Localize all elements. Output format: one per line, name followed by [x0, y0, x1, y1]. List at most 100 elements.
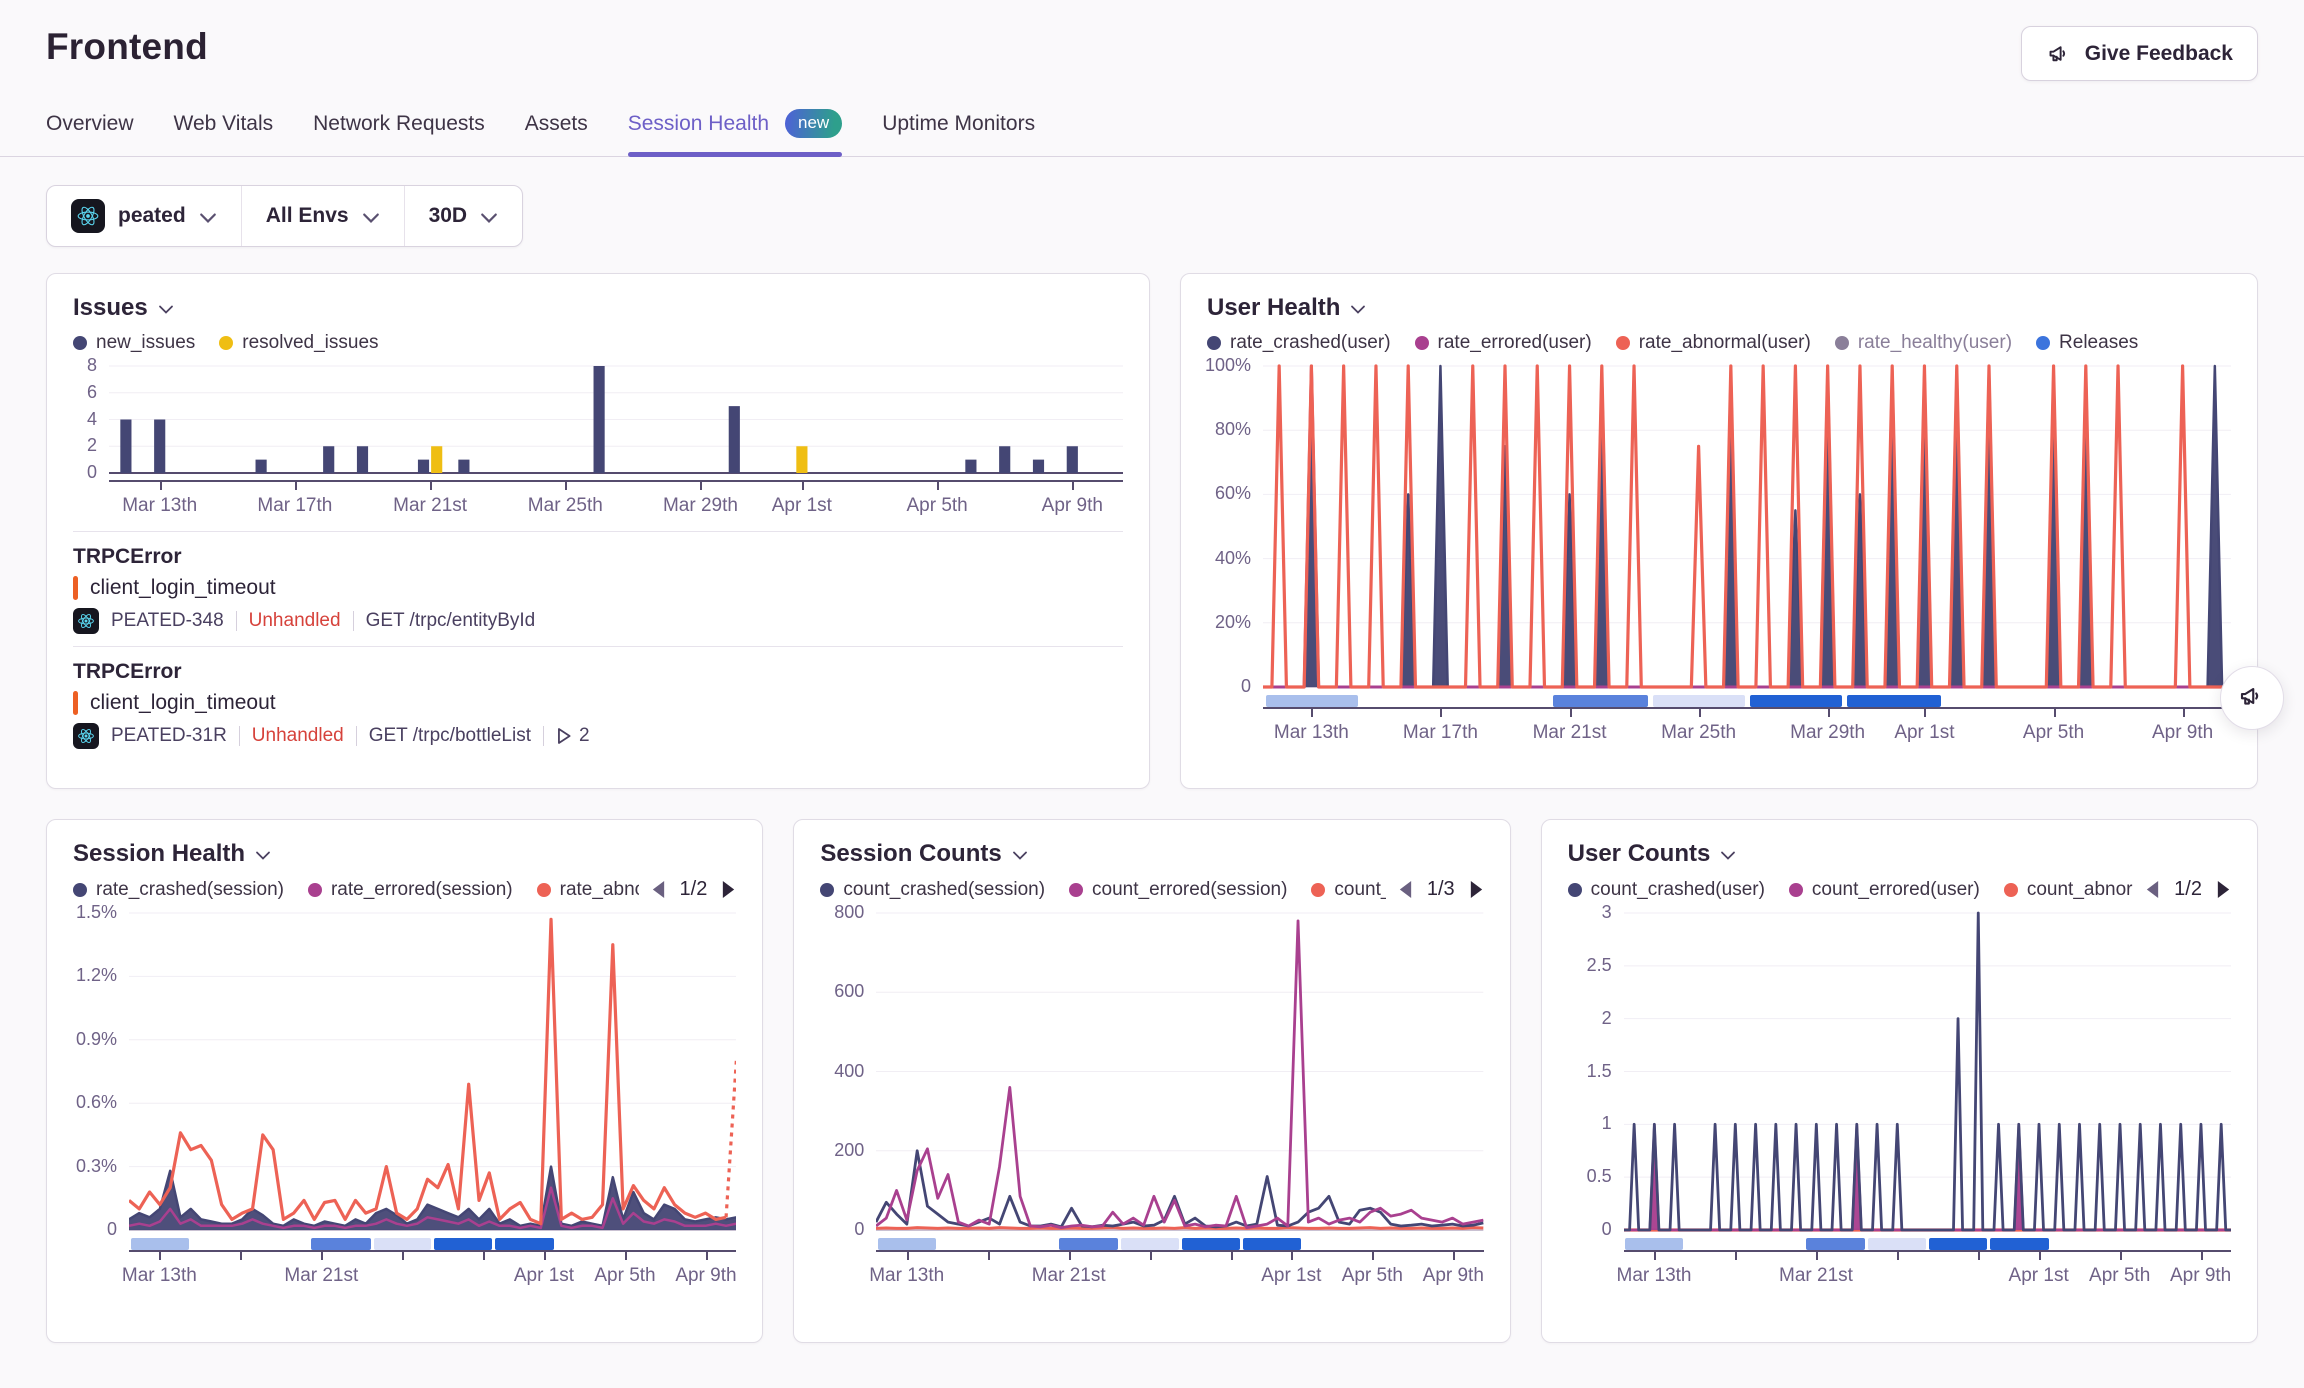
release-segment[interactable] — [374, 1238, 432, 1250]
divider — [353, 611, 354, 631]
issue-type[interactable]: TRPCError — [73, 545, 1123, 569]
plot-area[interactable] — [109, 364, 1123, 476]
legend-prev-button[interactable] — [1398, 881, 1413, 898]
y-axis-tick-label: 100% — [1205, 355, 1251, 376]
release-segment[interactable] — [131, 1238, 189, 1250]
release-segment[interactable] — [1059, 1238, 1119, 1250]
release-segment[interactable] — [1625, 1238, 1683, 1250]
legend-item[interactable]: Releases — [2036, 332, 2138, 354]
legend-item[interactable]: rate_abnormal(user) — [1616, 332, 1811, 354]
y-axis-tick-label: 1.5 — [1587, 1061, 1612, 1082]
project-selector[interactable]: peated — [47, 186, 241, 246]
release-segment[interactable] — [1990, 1238, 2049, 1250]
y-axis-tick-label: 8 — [87, 355, 97, 376]
issue-list-item[interactable]: TRPCError client_login_timeout PEATED-31… — [73, 647, 1123, 749]
legend-item[interactable]: rate_crashed(user) — [1207, 332, 1391, 354]
release-segment[interactable] — [311, 1238, 371, 1250]
environment-selector[interactable]: All Envs — [241, 186, 404, 246]
date-range-selector[interactable]: 30D — [404, 186, 523, 246]
plot-area[interactable] — [129, 911, 736, 1233]
release-segment[interactable] — [1806, 1238, 1866, 1250]
release-segment[interactable] — [1868, 1238, 1926, 1250]
issues-panel-title[interactable]: Issues — [73, 294, 148, 322]
release-segment[interactable] — [1653, 695, 1745, 707]
floating-feedback-button[interactable] — [2220, 666, 2284, 730]
legend-item[interactable]: rate_errored(user) — [1415, 332, 1592, 354]
legend-dot — [1789, 883, 1803, 897]
release-segment[interactable] — [1847, 695, 1941, 707]
plot-area[interactable] — [1624, 911, 2231, 1233]
issue-transaction: GET /trpc/entityById — [366, 610, 536, 632]
release-segment[interactable] — [878, 1238, 936, 1250]
legend-item[interactable]: new_issues — [73, 332, 195, 354]
issue-type[interactable]: TRPCError — [73, 660, 1123, 684]
y-axis-tick-label: 0 — [87, 462, 97, 483]
issue-short-id[interactable]: PEATED-348 — [111, 610, 224, 632]
legend-item[interactable]: rate_healthy(user) — [1835, 332, 2012, 354]
legend-prev-button[interactable] — [2145, 881, 2160, 898]
legend-label: count_crashed(user) — [1591, 879, 1765, 901]
session-counts-panel-title[interactable]: Session Counts — [820, 840, 1001, 868]
legend-item[interactable]: count_abnormal(user) — [2004, 879, 2133, 901]
release-segment[interactable] — [1182, 1238, 1240, 1250]
issue-list-item[interactable]: TRPCError client_login_timeout PEATED-34… — [73, 532, 1123, 634]
release-segment[interactable] — [1243, 1238, 1302, 1250]
legend-prev-button[interactable] — [651, 881, 666, 898]
legend-item[interactable]: rate_crashed(session) — [73, 879, 284, 901]
give-feedback-button[interactable]: Give Feedback — [2021, 26, 2258, 81]
plot-area[interactable] — [1263, 364, 2231, 690]
x-axis-tick-label: Apr 5th — [594, 1265, 655, 1287]
legend-next-button[interactable] — [721, 881, 736, 898]
tab-overview[interactable]: Overview — [46, 103, 134, 156]
user-counts-panel-title[interactable]: User Counts — [1568, 840, 1711, 868]
y-axis-tick-label: 0.6% — [76, 1092, 117, 1113]
x-axis-tick-label: Mar 21st — [284, 1265, 358, 1287]
chevron-down-icon — [199, 212, 217, 224]
x-axis-labels: Mar 13thMar 21stApr 1stApr 5thApr 9th — [129, 1261, 736, 1289]
legend-item[interactable]: count_crashed(user) — [1568, 879, 1765, 901]
release-segment[interactable] — [1750, 695, 1842, 707]
session-health-panel-title[interactable]: Session Health — [73, 840, 245, 868]
legend-item[interactable]: rate_abnormal(session) — [537, 879, 639, 901]
issue-message[interactable]: client_login_timeout — [90, 691, 276, 715]
legend-dot — [1568, 883, 1582, 897]
release-segment[interactable] — [1929, 1238, 1987, 1250]
page: Frontend Give Feedback Overview Web Vital… — [0, 0, 2304, 1388]
legend-item[interactable]: count_abnormal(session) — [1311, 879, 1385, 901]
legend-label: count_crashed(session) — [843, 879, 1045, 901]
replay-count[interactable]: 2 — [556, 725, 590, 747]
tab-uptime-monitors[interactable]: Uptime Monitors — [882, 103, 1035, 156]
release-segment[interactable] — [1121, 1238, 1179, 1250]
divider — [236, 611, 237, 631]
issue-short-id[interactable]: PEATED-31R — [111, 725, 227, 747]
release-segment[interactable] — [1553, 695, 1648, 707]
release-segment[interactable] — [1266, 695, 1358, 707]
x-axis-tick-label: Mar 13th — [1617, 1265, 1692, 1287]
legend-item[interactable]: resolved_issues — [219, 332, 378, 354]
legend-item[interactable]: count_crashed(session) — [820, 879, 1045, 901]
page-title: Frontend — [46, 26, 208, 68]
replay-count-value: 2 — [579, 725, 590, 747]
legend-item[interactable]: count_errored(user) — [1789, 879, 1980, 901]
plot-area[interactable] — [876, 911, 1483, 1233]
react-icon — [73, 723, 99, 749]
legend-next-button[interactable] — [1469, 881, 1484, 898]
legend-item[interactable]: rate_errored(session) — [308, 879, 513, 901]
legend-label: rate_abnormal(session) — [560, 879, 639, 901]
tab-assets[interactable]: Assets — [525, 103, 588, 156]
tab-session-health[interactable]: Session Healthnew — [628, 103, 842, 156]
x-axis — [1263, 707, 2231, 718]
legend-next-button[interactable] — [2216, 881, 2231, 898]
release-segment[interactable] — [495, 1238, 554, 1250]
release-segment[interactable] — [434, 1238, 492, 1250]
y-axis-tick-label: 2.5 — [1587, 955, 1612, 976]
issue-message[interactable]: client_login_timeout — [90, 576, 276, 600]
user-health-panel-title[interactable]: User Health — [1207, 294, 1340, 322]
legend-item[interactable]: count_errored(session) — [1069, 879, 1287, 901]
x-axis-tick-label: Apr 1st — [2009, 1265, 2069, 1287]
x-axis-tick-label: Mar 21st — [1032, 1265, 1106, 1287]
y-axis-tick-label: 1 — [1602, 1113, 1612, 1134]
tab-web-vitals[interactable]: Web Vitals — [174, 103, 274, 156]
chevron-down-icon — [362, 212, 380, 224]
tab-network-requests[interactable]: Network Requests — [313, 103, 485, 156]
